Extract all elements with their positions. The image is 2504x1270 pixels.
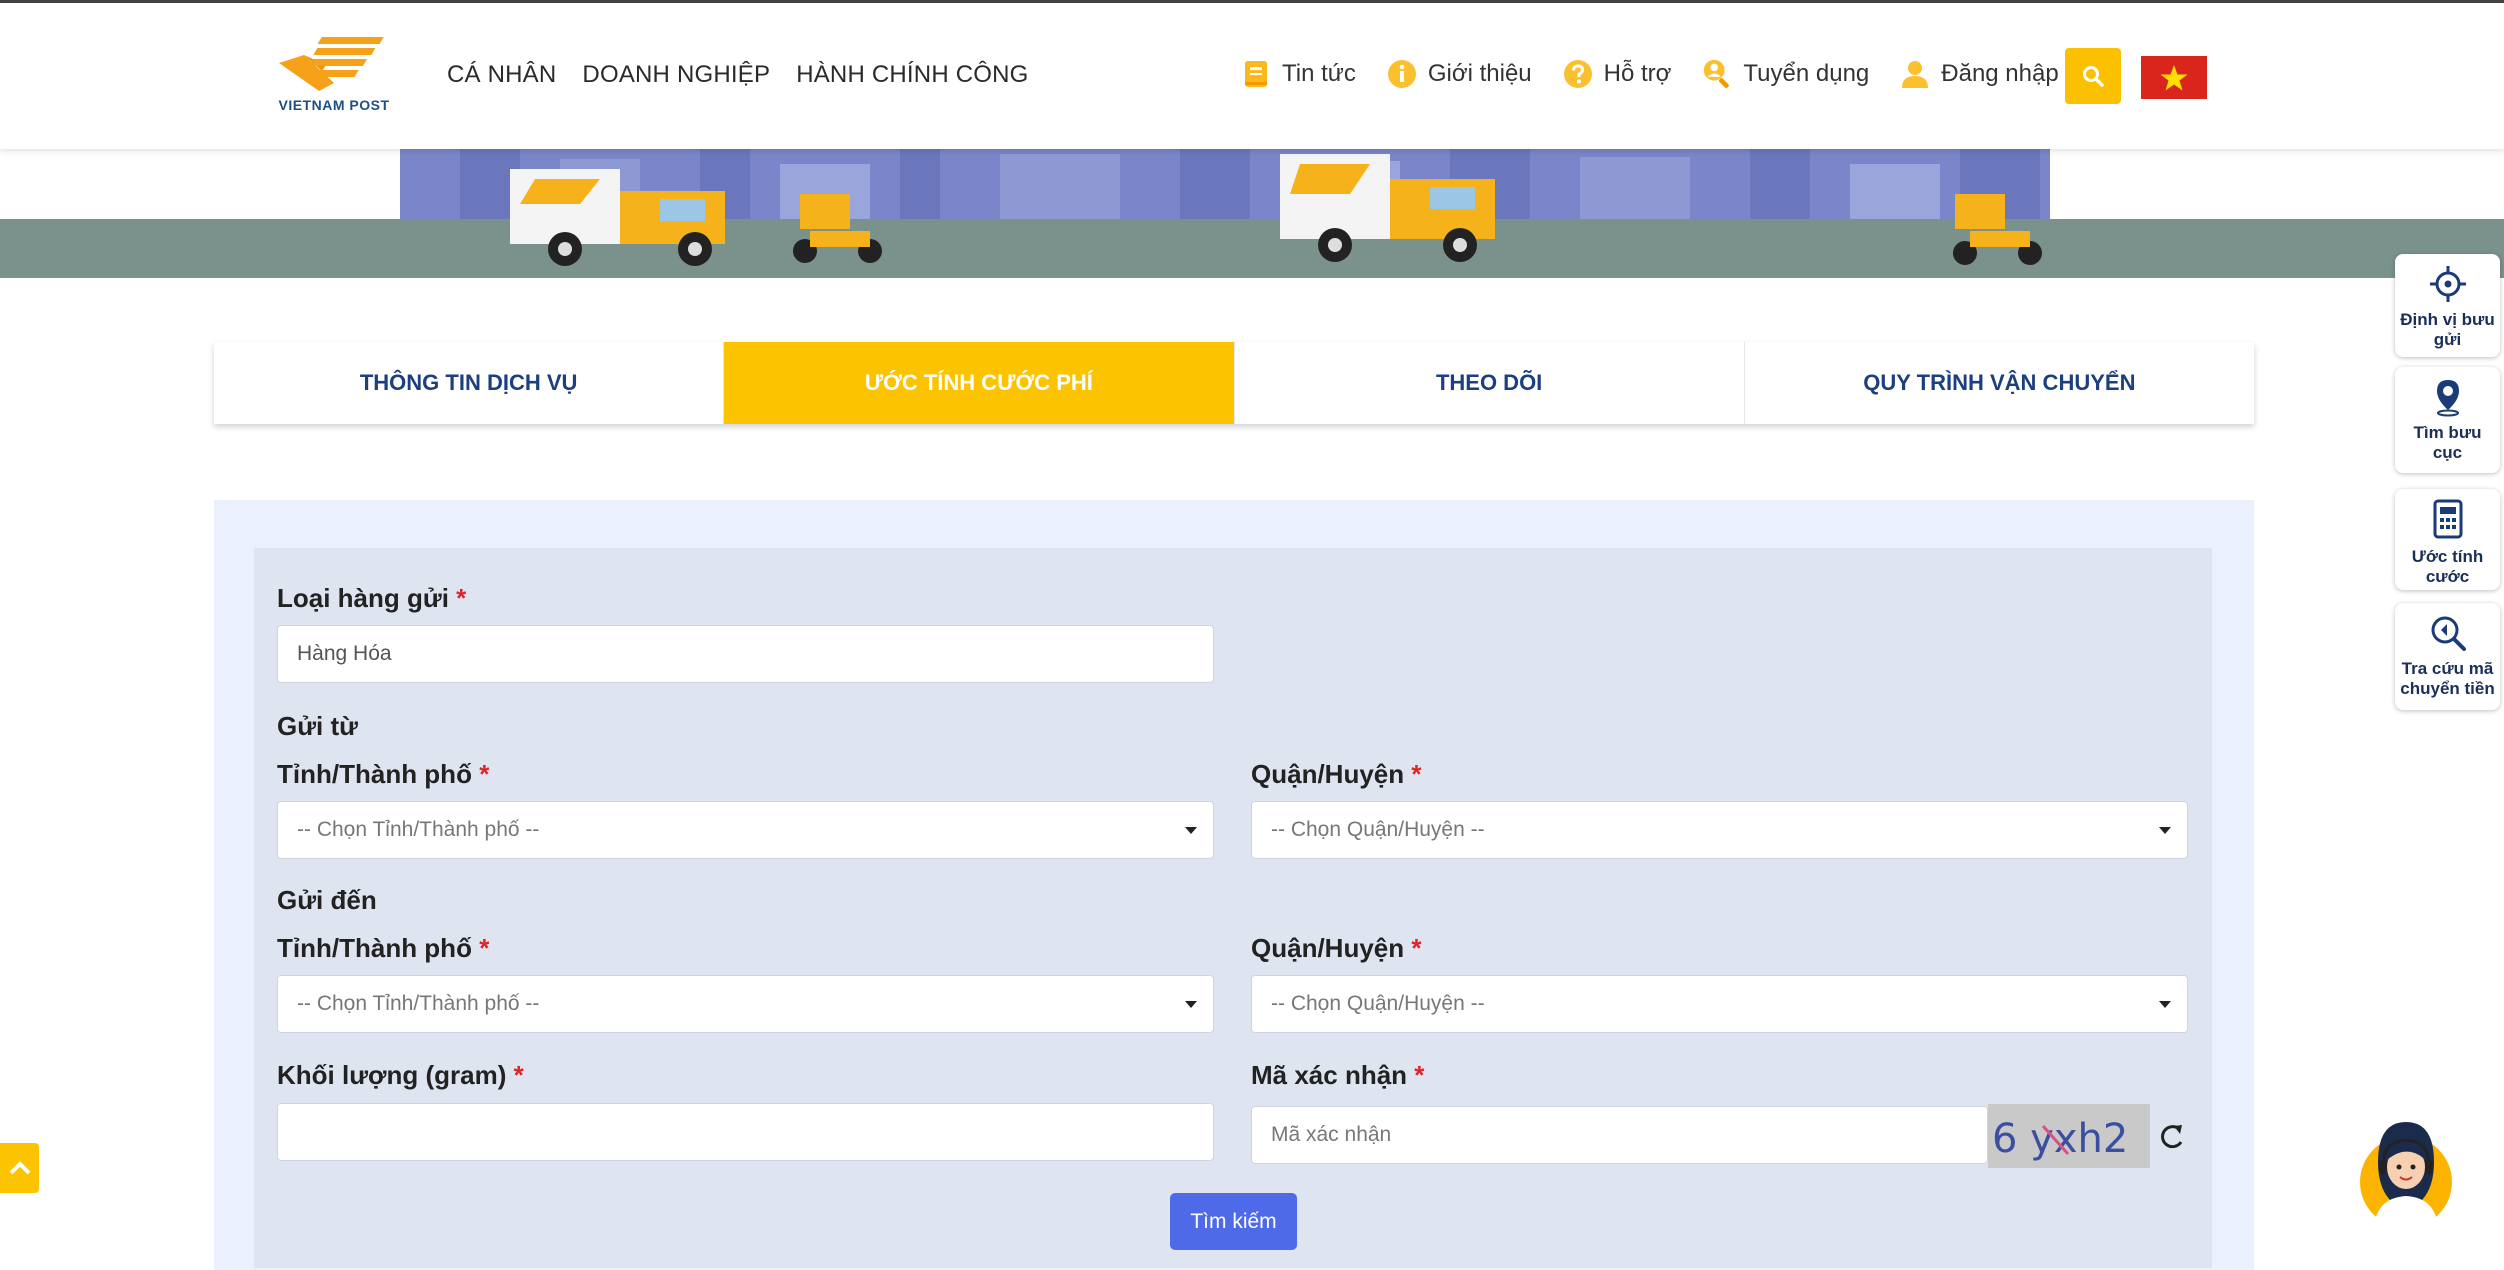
nav-news-label: Tin tức (1282, 60, 1356, 87)
vietnam-post-logo[interactable]: VIETNAM POST (264, 33, 404, 118)
nav-public-admin[interactable]: HÀNH CHÍNH CÔNG (796, 61, 1028, 89)
nav-support-label: Hỗ trợ (1603, 60, 1672, 87)
location-pin-icon (2436, 380, 2459, 417)
tab-estimate-fee[interactable]: ƯỚC TÍNH CƯỚC PHÍ (724, 342, 1235, 424)
from-province-label: Tỉnh/Thành phố * (277, 759, 490, 789)
goods-type-select[interactable]: Hàng Hóa (277, 625, 1214, 683)
tab-tracking[interactable]: THEO DÕI (1235, 342, 1745, 424)
nav-personal[interactable]: CÁ NHÂN (447, 61, 556, 89)
chevron-down-icon (1185, 827, 1197, 834)
to-province-label: Tỉnh/Thành phố * (277, 933, 490, 963)
captcha-text: 6 yxh2 (1992, 1116, 2128, 1162)
header-search-button[interactable] (2065, 48, 2121, 104)
nav-careers-label: Tuyển dụng (1743, 60, 1870, 87)
chevron-up-icon (9, 1161, 30, 1175)
help-icon (1562, 58, 1594, 90)
site-header: VIETNAM POST CÁ NHÂN DOANH NGHIỆP HÀNH C… (0, 3, 2504, 149)
side-widget-estimate-fee[interactable]: Ước tính cước (2395, 489, 2500, 590)
side-widget-track-parcel[interactable]: Định vị bưu gửi (2395, 254, 2500, 357)
main-nav: CÁ NHÂN DOANH NGHIỆP HÀNH CHÍNH CÔNG (447, 61, 1029, 89)
to-district-placeholder: -- Chọn Quận/Huyện -- (1271, 992, 1485, 1015)
from-province-placeholder: -- Chọn Tỉnh/Thành phố -- (297, 818, 540, 841)
support-chat-avatar[interactable] (2356, 1112, 2456, 1228)
side-widget-label: Ước tính cước (2411, 547, 2484, 586)
crosshair-icon (2429, 266, 2466, 302)
captcha-placeholder: Mã xác nhận (1271, 1123, 1392, 1146)
side-widget-find-post-office[interactable]: Tìm bưu cục (2395, 367, 2500, 473)
tab-shipping-process[interactable]: QUY TRÌNH VẬN CHUYỂN (1745, 342, 2254, 424)
hero-banner (0, 149, 2504, 278)
magnifier-person-icon (1701, 58, 1733, 90)
logo-text: VIETNAM POST (278, 97, 390, 113)
captcha-label: Mã xác nhận * (1251, 1060, 1425, 1090)
from-district-placeholder: -- Chọn Quận/Huyện -- (1271, 818, 1485, 841)
calculator-icon (2433, 499, 2462, 539)
language-flag-vietnam[interactable] (2141, 56, 2207, 99)
nav-about[interactable]: Giới thiệu (1386, 58, 1532, 90)
book-icon (1240, 58, 1272, 90)
search-submit-button[interactable]: Tìm kiếm (1170, 1193, 1297, 1250)
user-icon (1899, 58, 1931, 90)
chevron-down-icon (2159, 827, 2171, 834)
goods-type-label: Loại hàng gửi * (277, 583, 467, 613)
to-province-select[interactable]: -- Chọn Tỉnh/Thành phố -- (277, 975, 1214, 1033)
tab-service-info[interactable]: THÔNG TIN DỊCH VỤ (214, 342, 725, 424)
send-to-heading: Gửi đến (277, 885, 377, 915)
to-district-label: Quận/Huyện * (1251, 933, 1422, 963)
nav-news[interactable]: Tin tức (1240, 58, 1356, 90)
delivery-trucks-illustration (0, 149, 2504, 278)
from-district-label: Quận/Huyện * (1251, 759, 1422, 789)
scroll-to-top-button[interactable] (0, 1143, 39, 1193)
weight-input[interactable] (277, 1103, 1214, 1161)
support-agent-icon (2360, 1122, 2452, 1228)
captcha-input[interactable]: Mã xác nhận (1251, 1106, 1988, 1164)
chevron-down-icon (1185, 1001, 1197, 1008)
weight-label: Khối lượng (gram) * (277, 1060, 524, 1090)
refresh-icon (2161, 1125, 2183, 1149)
nav-login-label: Đăng nhập (1941, 60, 2059, 87)
from-district-select[interactable]: -- Chọn Quận/Huyện -- (1251, 801, 2188, 859)
search-money-icon (2431, 616, 2466, 651)
side-widget-label: Tìm bưu cục (2413, 423, 2482, 462)
chevron-down-icon (2159, 1001, 2171, 1008)
to-district-select[interactable]: -- Chọn Quận/Huyện -- (1251, 975, 2188, 1033)
nav-support[interactable]: Hỗ trợ (1562, 58, 1672, 90)
side-widget-money-transfer-lookup[interactable]: Tra cứu mã chuyển tiền (2395, 603, 2500, 710)
side-widget-label: Định vị bưu gửi (2400, 310, 2495, 349)
nav-login[interactable]: Đăng nhập (1899, 58, 2059, 90)
refresh-captcha-button[interactable] (2152, 1116, 2192, 1156)
nav-about-label: Giới thiệu (1427, 60, 1532, 87)
info-icon (1386, 58, 1418, 90)
nav-careers[interactable]: Tuyển dụng (1701, 58, 1869, 90)
goods-type-value: Hàng Hóa (297, 642, 392, 665)
captcha-image: 6 yxh2 (1988, 1104, 2150, 1168)
from-province-select[interactable]: -- Chọn Tỉnh/Thành phố -- (277, 801, 1214, 859)
side-widget-label: Tra cứu mã chuyển tiền (2400, 659, 2495, 698)
nav-business[interactable]: DOANH NGHIỆP (582, 61, 770, 89)
logo-mark-icon (279, 37, 384, 91)
send-from-heading: Gửi từ (277, 711, 358, 741)
star-icon (2160, 64, 2188, 90)
to-province-placeholder: -- Chọn Tỉnh/Thành phố -- (297, 992, 540, 1015)
sub-nav: Tin tức Giới thiệu Hỗ trợ Tuyển dụng Đăn… (1240, 58, 2059, 90)
service-tabs: THÔNG TIN DỊCH VỤ ƯỚC TÍNH CƯỚC PHÍ THEO… (214, 342, 2254, 424)
search-icon (2083, 66, 2104, 87)
